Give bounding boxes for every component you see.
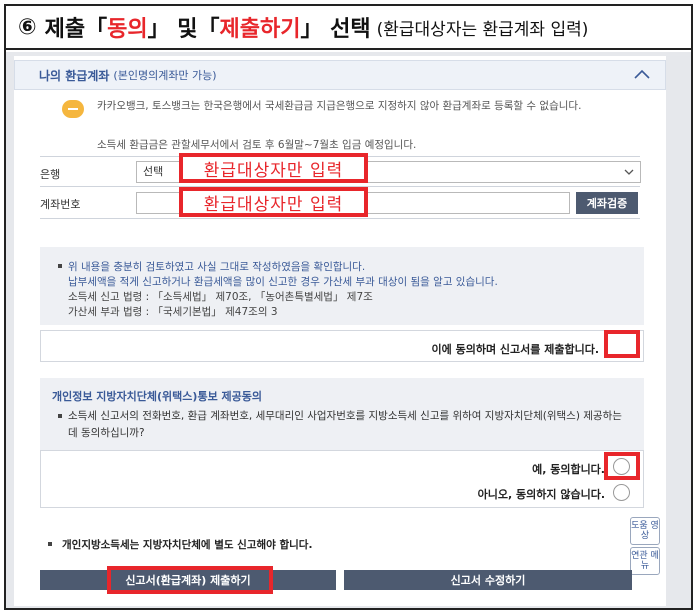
headline-part-3: 」 선택: [300, 17, 371, 42]
refund-only-callout-bank: 환급대상자만 입력: [179, 153, 368, 183]
bullet: [58, 264, 62, 268]
consent-yes-highlight: [604, 452, 640, 480]
bullet: [48, 542, 52, 546]
chevron-down-icon: [624, 169, 634, 175]
consent-no-radio[interactable]: [613, 484, 630, 501]
consent-no-label[interactable]: 아니오, 동의하지 않습니다.: [478, 486, 605, 502]
submit-button-highlight: [107, 566, 273, 594]
notice-line-2: 납부세액을 적게 신고하거나 환급세액을 많이 신고한 경우 가산세 부과 대상…: [68, 276, 498, 288]
info-text-bank: 카카오뱅크, 토스뱅크는 한국은행에서 국세환급금 지급은행으로 지정하지 않아…: [97, 100, 582, 112]
edit-return-button[interactable]: 신고서 수정하기: [344, 570, 632, 590]
local-tax-note: 개인지방소득세는 지방자치단체에 별도 신고해야 합니다.: [62, 539, 313, 551]
refund-only-callout-account: 환급대상자만 입력: [179, 187, 368, 217]
privacy-title: 개인정보 지방자치단체(위택스)통보 제공동의: [52, 390, 262, 403]
account-verify-button[interactable]: 계좌검증: [576, 192, 638, 214]
step-number: ⑥: [18, 14, 37, 40]
info-speech-icon: [62, 100, 84, 118]
headline-submit: 제출하기: [219, 17, 301, 42]
chevron-up-icon[interactable]: [633, 67, 651, 83]
headline-part-2: 」 및「: [147, 17, 220, 42]
bullet: [58, 414, 62, 418]
consent-yes-label[interactable]: 예, 동의합니다.: [532, 461, 605, 477]
bank-label: 은행: [40, 168, 61, 181]
page-headline: ⑥ 제출「 동의 」 및「 제출하기 」 선택 (환급대상자는 환급계좌 입력): [6, 6, 691, 50]
divider: [40, 218, 640, 219]
bank-select-value: 선택: [143, 165, 164, 178]
section-title: 나의 환급계좌: [39, 68, 110, 83]
privacy-question: 소득세 신고서의 전화번호, 환급 계좌번호, 세무대리인 사업자번호를 지방소…: [68, 410, 622, 439]
section-subtitle: (본인명의계좌만 가능): [113, 69, 217, 82]
headline-part-1: 제출「: [44, 17, 108, 42]
help-video-button[interactable]: 도움 영상: [630, 517, 660, 545]
agree-row: 이에 동의하며 신고서를 제출합니다.: [40, 330, 644, 362]
notice-line-1: 위 내용을 충분히 검토하였고 사실 그대로 작성하였음을 확인합니다.: [68, 261, 366, 273]
refund-account-header[interactable]: 나의 환급계좌 (본인명의계좌만 가능): [14, 60, 666, 90]
headline-note: (환급대상자는 환급계좌 입력): [376, 19, 589, 40]
agree-submit-label: 이에 동의하며 신고서를 제출합니다.: [431, 343, 599, 356]
agree-checkbox[interactable]: [604, 330, 640, 358]
info-text-schedule: 소득세 환급금은 관할세무서에서 검토 후 6월말~7월초 입금 예정입니다.: [97, 139, 417, 151]
account-number-label: 계좌번호: [40, 198, 81, 211]
notice-law-penalty: 가산세 부과 법령 : 「국세기본법」 제47조의 3: [68, 306, 278, 318]
related-menu-button[interactable]: 연관 메뉴: [630, 547, 660, 575]
notice-law-income: 소득세 신고 법령 : 「소득세법」 제70조, 「농어촌특별세법」 제7조: [68, 291, 373, 303]
headline-agree: 동의: [107, 17, 148, 42]
